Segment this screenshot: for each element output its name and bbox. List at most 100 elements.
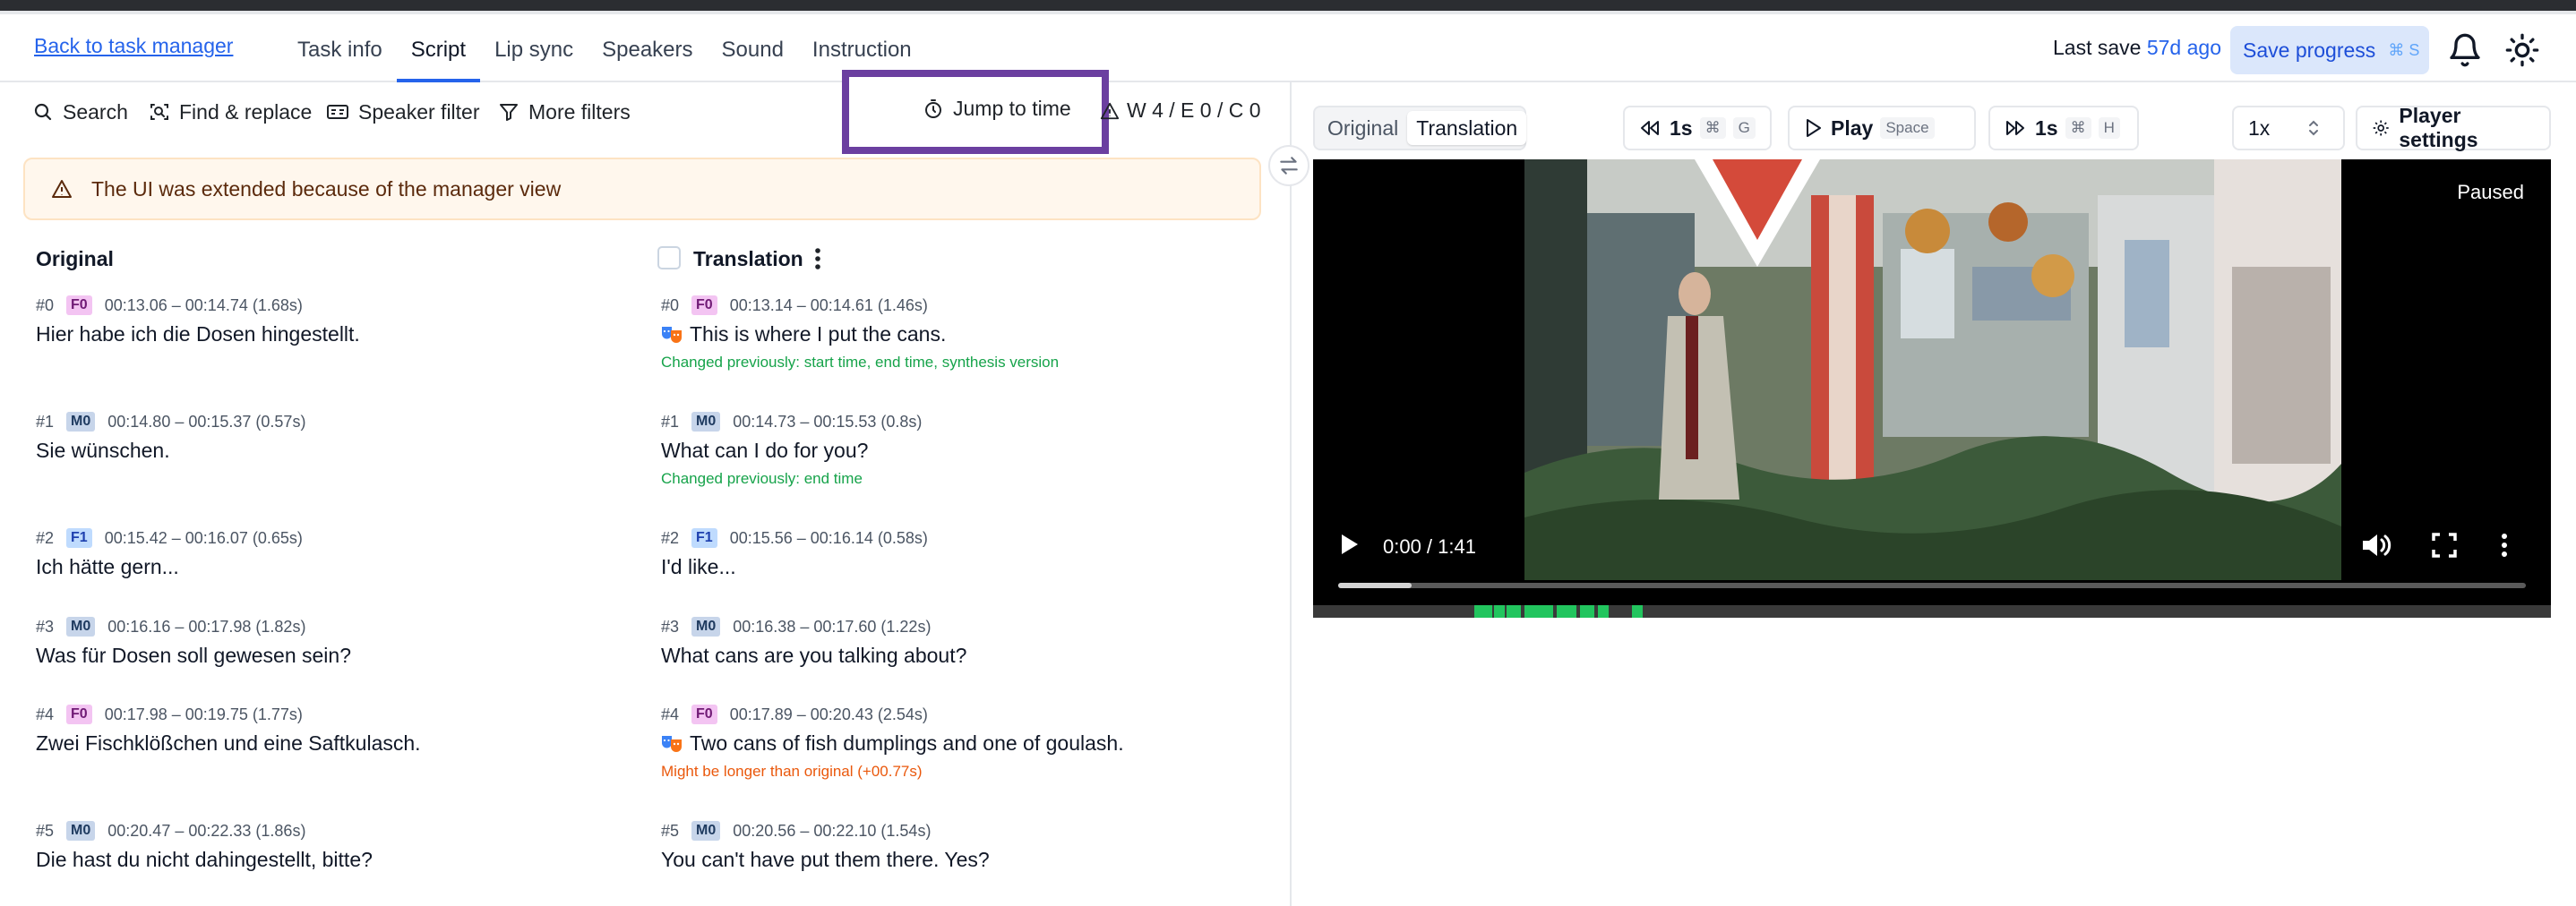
segment-time: 00:13.14 – 00:14.61 (1.46s) bbox=[729, 295, 928, 314]
timer-icon bbox=[925, 98, 941, 118]
segment-meta: #0 F0 00:13.06 – 00:14.74 (1.68s) bbox=[36, 295, 360, 315]
forward-1s-button[interactable]: 1s ⌘ H bbox=[1988, 106, 2139, 150]
speaker-tag: F0 bbox=[66, 705, 92, 724]
waveform-segment bbox=[1507, 605, 1521, 618]
panel-divider[interactable] bbox=[1290, 82, 1292, 906]
gear-icon bbox=[2373, 120, 2389, 136]
speaker-tag: M0 bbox=[66, 617, 96, 637]
find-replace-label: Find & replace bbox=[179, 99, 313, 124]
segment-number: #0 bbox=[661, 295, 680, 314]
rewind-1s-button[interactable]: 1s ⌘ G bbox=[1623, 106, 1772, 150]
speaker-filter-button[interactable]: Speaker filter bbox=[326, 98, 480, 125]
tab-sound[interactable]: Sound bbox=[708, 14, 798, 82]
swap-arrows-icon bbox=[1280, 157, 1298, 175]
waveform-segment bbox=[1494, 605, 1505, 618]
last-save-status: Last save 57d ago bbox=[2053, 36, 2221, 60]
segment-number: #4 bbox=[661, 705, 680, 723]
segment-number: #5 bbox=[36, 821, 55, 840]
segment-time: 00:20.47 – 00:22.33 (1.86s) bbox=[107, 821, 306, 840]
segment-length-warning: Might be longer than original (+00.77s) bbox=[661, 763, 923, 780]
segment-time: 00:14.80 – 00:15.37 (0.57s) bbox=[107, 412, 306, 431]
speaker-tag: F0 bbox=[691, 705, 717, 724]
translation-segment[interactable]: #2 F1 00:15.56 – 00:16.14 (0.58s) I'd like… bbox=[661, 528, 928, 579]
swap-panels-button[interactable] bbox=[1268, 145, 1309, 186]
segment-time: 00:15.56 – 00:16.14 (0.58s) bbox=[729, 528, 928, 547]
app-header: Back to task manager Task info Script Li… bbox=[0, 14, 2576, 82]
translation-segment[interactable]: #3 M0 00:16.38 – 00:17.60 (1.22s) What can… bbox=[661, 617, 966, 668]
segment-time: 00:14.73 – 00:15.53 (0.8s) bbox=[733, 412, 923, 431]
view-original-option[interactable]: Original bbox=[1318, 111, 1407, 145]
translation-segment[interactable]: #1 M0 00:14.73 – 00:15.53 (0.8s) What can … bbox=[661, 412, 922, 488]
original-segment[interactable]: #3 M0 00:16.16 – 00:17.98 (1.82s) Was für … bbox=[36, 617, 351, 668]
volume-icon[interactable] bbox=[2361, 532, 2391, 559]
waveform-segment bbox=[1474, 605, 1492, 618]
segment-time: 00:13.06 – 00:14.74 (1.68s) bbox=[104, 295, 303, 314]
tab-script[interactable]: Script bbox=[396, 14, 481, 82]
speaker-tag: F1 bbox=[691, 528, 717, 548]
segment-number: #0 bbox=[36, 295, 55, 314]
translation-segment[interactable]: #0 F0 00:13.14 – 00:14.61 (1.46s) This is … bbox=[661, 295, 1059, 372]
speaker-filter-icon bbox=[327, 105, 348, 119]
speaker-tag: M0 bbox=[691, 617, 721, 637]
original-segment[interactable]: #1 M0 00:14.80 – 00:15.37 (0.57s) Sie wüns… bbox=[36, 412, 305, 463]
theater-masks-icon bbox=[662, 735, 682, 752]
playback-speed-select[interactable]: 1x bbox=[2232, 106, 2345, 150]
segment-text: What can I do for you? bbox=[661, 439, 869, 462]
save-shortcut: ⌘ S bbox=[2388, 40, 2420, 59]
segment-number: #2 bbox=[36, 528, 55, 547]
warnings-counter[interactable]: W 4 / E 0 / C 0 bbox=[1100, 98, 1261, 123]
video-more-options-icon[interactable] bbox=[2497, 532, 2512, 559]
player-settings-button[interactable]: Player settings bbox=[2356, 104, 2551, 151]
segment-meta: #3 M0 00:16.38 – 00:17.60 (1.22s) bbox=[661, 617, 966, 637]
find-replace-button[interactable]: Find & replace bbox=[149, 98, 312, 125]
segment-time: 00:17.98 – 00:19.75 (1.77s) bbox=[104, 705, 303, 723]
segment-meta: #4 F0 00:17.98 – 00:19.75 (1.77s) bbox=[36, 705, 421, 724]
search-icon bbox=[34, 103, 52, 121]
original-column-heading: Original bbox=[36, 247, 114, 270]
speaker-tag: F1 bbox=[66, 528, 92, 548]
save-progress-button[interactable]: Save progress ⌘ S bbox=[2230, 26, 2429, 74]
tab-speakers[interactable]: Speakers bbox=[588, 14, 707, 82]
more-filters-button[interactable]: More filters bbox=[498, 98, 631, 125]
segment-number: #3 bbox=[36, 617, 55, 636]
segment-text-value: This is where I put the cans. bbox=[690, 322, 947, 346]
play-key-space: Space bbox=[1880, 117, 1935, 139]
sun-icon[interactable] bbox=[2504, 32, 2540, 68]
translation-segment[interactable]: #5 M0 00:20.56 – 00:22.10 (1.54s) You can'… bbox=[661, 821, 990, 872]
video-player[interactable]: Paused 0:00 / 1:41 bbox=[1313, 159, 2551, 618]
bell-icon[interactable] bbox=[2447, 32, 2483, 68]
original-segment[interactable]: #2 F1 00:15.42 – 00:16.07 (0.65s) Ich hätt… bbox=[36, 528, 303, 579]
segment-text: Two cans of fish dumplings and one of go… bbox=[661, 731, 1124, 756]
select-all-checkbox[interactable] bbox=[657, 246, 681, 269]
waveform-segment bbox=[1598, 605, 1609, 618]
segment-text: This is where I put the cans. bbox=[661, 322, 1059, 346]
chevron-up-down-icon bbox=[2309, 120, 2318, 136]
warning-triangle-icon bbox=[1100, 102, 1120, 119]
jump-to-time-button[interactable]: Jump to time bbox=[923, 97, 1071, 121]
segment-time: 00:16.16 – 00:17.98 (1.82s) bbox=[107, 617, 306, 636]
translation-segment[interactable]: #4 F0 00:17.89 – 00:20.43 (2.54s) Two cans… bbox=[661, 705, 1124, 781]
forward-key-h: H bbox=[2098, 117, 2120, 139]
search-button[interactable]: Search bbox=[32, 98, 128, 125]
tab-lip-sync[interactable]: Lip sync bbox=[480, 14, 588, 82]
video-frame-image bbox=[1524, 159, 2341, 580]
segment-meta: #5 M0 00:20.56 – 00:22.10 (1.54s) bbox=[661, 821, 990, 841]
waveform-segment bbox=[1580, 605, 1594, 618]
audio-waveform[interactable] bbox=[1313, 605, 2551, 618]
speaker-tag: M0 bbox=[66, 821, 96, 841]
play-button[interactable]: Play Space bbox=[1788, 106, 1976, 150]
last-save-ago: 57d ago bbox=[2146, 36, 2221, 59]
video-play-icon[interactable] bbox=[1338, 532, 1360, 557]
fullscreen-icon[interactable] bbox=[2431, 532, 2458, 559]
original-segment[interactable]: #0 F0 00:13.06 – 00:14.74 (1.68s) Hier hab… bbox=[36, 295, 360, 346]
seek-bar[interactable] bbox=[1338, 583, 2526, 588]
original-segment[interactable]: #5 M0 00:20.47 – 00:22.33 (1.86s) Die hast… bbox=[36, 821, 373, 872]
view-translation-option[interactable]: Translation bbox=[1407, 111, 1527, 145]
segment-meta: #4 F0 00:17.89 – 00:20.43 (2.54s) bbox=[661, 705, 1124, 724]
original-segment[interactable]: #4 F0 00:17.98 – 00:19.75 (1.77s) Zwei Fis… bbox=[36, 705, 421, 756]
translation-options-icon[interactable] bbox=[808, 245, 828, 272]
back-to-task-manager-link[interactable]: Back to task manager bbox=[34, 34, 233, 58]
tab-task-info[interactable]: Task info bbox=[283, 14, 397, 82]
segment-text: You can't have put them there. Yes? bbox=[661, 848, 990, 871]
rewind-key-g: G bbox=[1732, 117, 1756, 139]
